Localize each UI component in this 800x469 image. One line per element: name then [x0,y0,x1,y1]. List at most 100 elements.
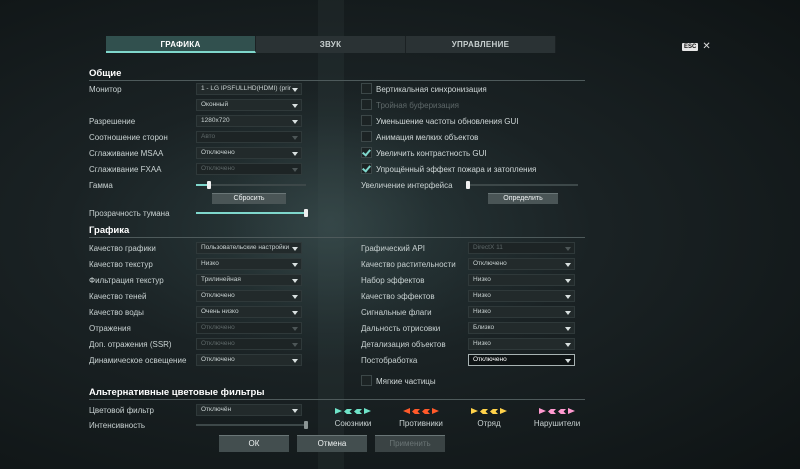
graphics-setting-label: Постобработка [361,356,418,365]
ship-marker-icon [364,408,371,414]
gamma-label: Гамма [89,181,113,190]
filter-group-name: Противники [399,419,443,428]
vsync-checkbox[interactable] [361,83,372,94]
ship-marker-icon [539,408,546,414]
esc-close[interactable]: ESC ✕ [682,42,711,52]
display-mode-dropdown[interactable]: Оконный [196,99,302,111]
small-anim-label: Анимация мелких объектов [376,133,479,142]
graphics-setting-dropdown[interactable]: Трилинейная [196,274,302,286]
close-icon[interactable]: ✕ [702,42,710,52]
graphics-setting-value: Низко [473,340,491,347]
filter-preview-group: Нарушители [527,408,587,428]
intensity-slider-knob[interactable] [304,421,308,429]
fxaa-value: Отключено [201,165,235,172]
fog-slider-knob[interactable] [304,209,308,217]
aircraft-marker-icon [490,409,498,414]
reset-button[interactable]: Сбросить [212,193,286,204]
gamma-slider-track[interactable] [196,184,306,186]
graphics-setting-dropdown[interactable]: Низко [468,290,575,302]
fire-effect-checkbox[interactable] [361,163,372,174]
chevron-down-icon [292,262,298,267]
graphics-setting-label: Качество воды [89,308,144,317]
cancel-button[interactable]: Отмена [297,435,367,452]
resolution-dropdown[interactable]: 1280x720 [196,115,302,127]
graphics-setting-dropdown[interactable]: Отключено [196,290,302,302]
chevron-down-icon [565,358,571,363]
graphics-setting-label: Качество растительности [361,260,456,269]
intensity-slider-track[interactable] [196,424,306,426]
aircraft-marker-icon [558,409,566,414]
tab-sound[interactable]: ЗВУК [256,36,406,53]
graphics-setting-dropdown: Отключено [196,338,302,350]
graphics-setting-label: Отражения [89,324,131,333]
chevron-down-icon [292,408,298,413]
graphics-setting-dropdown: DirectX 11 [468,242,575,254]
graphics-setting-dropdown[interactable]: Низко [468,274,575,286]
display-mode-value: Оконный [201,101,229,108]
ui-scale-slider-knob[interactable] [466,181,470,189]
graphics-setting-dropdown[interactable]: Близко [468,322,575,334]
aircraft-marker-icon [344,409,352,414]
chevron-down-icon [565,342,571,347]
gui-rate-checkbox[interactable] [361,115,372,126]
chevron-down-icon [292,167,298,172]
gui-rate-label: Уменьшение частоты обновления GUI [376,117,519,126]
soft-particles-checkbox[interactable] [361,375,372,386]
graphics-setting-dropdown[interactable]: Пользовательские настройки [196,242,302,254]
gui-contrast-checkbox[interactable] [361,147,372,158]
chevron-down-icon [565,246,571,251]
ship-marker-icons [459,408,519,415]
graphics-setting-value: Низко [473,292,491,299]
msaa-dropdown[interactable]: Отключено [196,147,302,159]
ui-scale-slider-track[interactable] [468,184,578,186]
ship-marker-icon [568,408,575,414]
tab-graphics[interactable]: ГРАФИКА [106,36,256,53]
fxaa-dropdown: Отключено [196,163,302,175]
filter-group-name: Нарушители [533,419,581,428]
fog-slider-fill [196,212,306,214]
ok-button[interactable]: ОК [219,435,289,452]
monitor-dropdown[interactable]: 1 - LG IPSFULLHD(HDMI) (prir [196,83,302,95]
detect-button[interactable]: Определить [488,193,558,204]
ui-scale-label: Увеличение интерфейса [361,181,453,190]
apply-button: Применить [375,435,445,452]
graphics-setting-label: Детализация объектов [361,340,446,349]
graphics-setting-value: Отключено [201,340,235,347]
aspect-label: Соотношение сторон [89,133,168,142]
resolution-label: Разрешение [89,117,136,126]
section-title-filters: Альтернативные цветовые фильтры [89,387,265,398]
chevron-down-icon [565,262,571,267]
graphics-setting-dropdown[interactable]: Низко [196,258,302,270]
filter-group-name: Союзники [334,419,372,428]
section-divider [89,399,585,400]
chevron-down-icon [565,294,571,299]
chevron-down-icon [565,310,571,315]
chevron-down-icon [292,358,298,363]
section-divider [89,237,585,238]
gui-contrast-label: Увеличить контрастность GUI [376,149,487,158]
graphics-setting-dropdown[interactable]: Низко [468,338,575,350]
graphics-setting-dropdown[interactable]: Очень низко [196,306,302,318]
tab-controls[interactable]: УПРАВЛЕНИЕ [406,36,556,53]
chevron-down-icon [292,119,298,124]
graphics-setting-dropdown[interactable]: Отключено [196,354,302,366]
graphics-setting-dropdown[interactable]: Низко [468,306,575,318]
monitor-value: 1 - LG IPSFULLHD(HDMI) (prir [201,85,291,92]
graphics-setting-label: Качество эффектов [361,292,435,301]
small-anim-checkbox[interactable] [361,131,372,142]
color-filter-dropdown[interactable]: Отключён [196,404,302,416]
chevron-down-icon [292,135,298,140]
chevron-down-icon [292,310,298,315]
aircraft-marker-icon [354,409,362,414]
graphics-setting-dropdown[interactable]: Отключено [468,354,575,366]
ship-marker-icon [403,408,410,414]
resolution-value: 1280x720 [201,117,230,124]
soft-particles-label: Мягкие частицы [376,377,436,386]
ship-marker-icons [391,408,451,415]
graphics-setting-dropdown[interactable]: Отключено [468,258,575,270]
chevron-down-icon [292,103,298,108]
graphics-setting-label: Доп. отражения (SSR) [89,340,172,349]
gamma-slider-knob[interactable] [207,181,212,189]
graphics-setting-value: Отключено [473,260,507,267]
graphics-setting-value: DirectX 11 [473,244,503,251]
